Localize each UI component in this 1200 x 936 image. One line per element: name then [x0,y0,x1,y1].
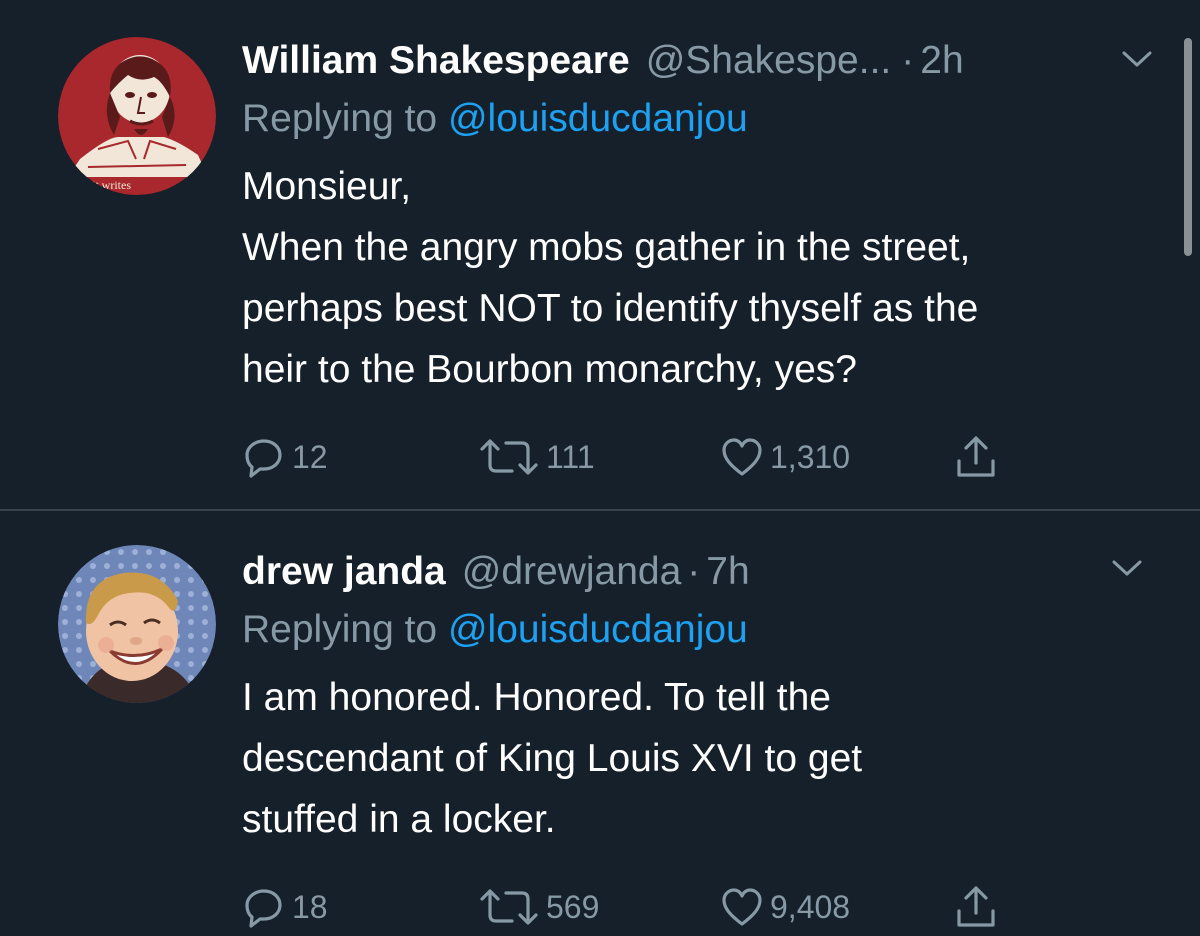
tweet-header: drew janda @drewjanda · 7h [242,543,1160,601]
tweet[interactable]: it writes William Shakespeare @Shakespe.… [0,0,1200,509]
replying-to: Replying to @louisducdanjou [242,601,1160,663]
avatar-caption: it writes [92,178,131,192]
replying-to-label: Replying to [242,608,448,651]
separator-dot: · [687,550,701,593]
like-count: 1,310 [770,438,851,475]
retweet-button[interactable]: 569 [478,882,599,932]
reply-icon [245,439,282,478]
tweet-text: Monsieur, When the angry mobs gather in … [242,156,1160,400]
tweet-text-line: perhaps best NOT to identify thyself as … [242,287,979,330]
tweet-text-line: descendant of King Louis XVI to get [242,737,863,780]
retweet-count: 569 [546,888,600,925]
share-button[interactable] [954,882,1004,932]
separator-dot: · [901,39,915,82]
share-icon [957,886,995,927]
tweet-text-line: heir to the Bourbon monarchy, yes? [242,348,857,391]
like-button[interactable]: 9,408 [720,882,850,932]
tweet-actions: 12 111 1,310 [242,432,1042,482]
tweet-text-line: Monsieur, [242,165,412,208]
tweet-text-line: stuffed in a locker. [242,798,556,841]
author-handle[interactable]: @Shakespe... [646,32,892,90]
like-count: 9,408 [770,888,851,925]
share-button[interactable] [954,432,1004,482]
heart-icon [722,438,762,476]
reply-button[interactable]: 12 [242,432,328,482]
replying-to: Replying to @louisducdanjou [242,90,1160,152]
replying-to-label: Replying to [242,97,448,140]
reply-icon [245,889,282,928]
chevron-down-icon[interactable] [1120,48,1154,70]
reply-count: 12 [292,438,328,475]
tweet-content: William Shakespeare @Shakespe... · 2h Re… [242,32,1160,400]
retweet-count: 111 [546,438,595,475]
tweet-feed: it writes William Shakespeare @Shakespe.… [0,0,1200,936]
author-name[interactable]: William Shakespeare [242,32,630,90]
heart-icon [722,888,762,926]
tweet-text-line: When the angry mobs gather in the street… [242,226,971,269]
avatar[interactable]: it writes [58,37,216,195]
tweet-text-line: I am honored. Honored. To tell the [242,676,831,719]
reply-button[interactable]: 18 [242,882,328,932]
avatar[interactable] [58,545,216,703]
share-icon [957,436,995,477]
tweet-time[interactable]: 2h [920,32,963,90]
reply-count: 18 [292,888,328,925]
retweet-icon [480,889,538,925]
retweet-button[interactable]: 111 [478,432,595,482]
author-name[interactable]: drew janda [242,543,446,601]
shakespeare-portrait-icon: it writes [58,37,216,195]
scrollbar[interactable] [1184,38,1192,256]
chevron-down-icon[interactable] [1110,557,1144,579]
reply-mention-link[interactable]: @louisducdanjou [448,608,748,651]
author-handle[interactable]: @drewjanda [462,543,682,601]
like-button[interactable]: 1,310 [720,432,850,482]
reply-mention-link[interactable]: @louisducdanjou [448,97,748,140]
tweet-time[interactable]: 7h [706,543,749,601]
tweet-actions: 18 569 9,408 [242,882,1042,932]
smiling-child-icon [58,545,216,703]
tweet[interactable]: drew janda @drewjanda · 7h Replying to @… [0,511,1200,936]
retweet-icon [480,439,538,475]
tweet-text: I am honored. Honored. To tell the desce… [242,667,1160,850]
tweet-content: drew janda @drewjanda · 7h Replying to @… [242,543,1160,850]
tweet-header: William Shakespeare @Shakespe... · 2h [242,32,1160,90]
